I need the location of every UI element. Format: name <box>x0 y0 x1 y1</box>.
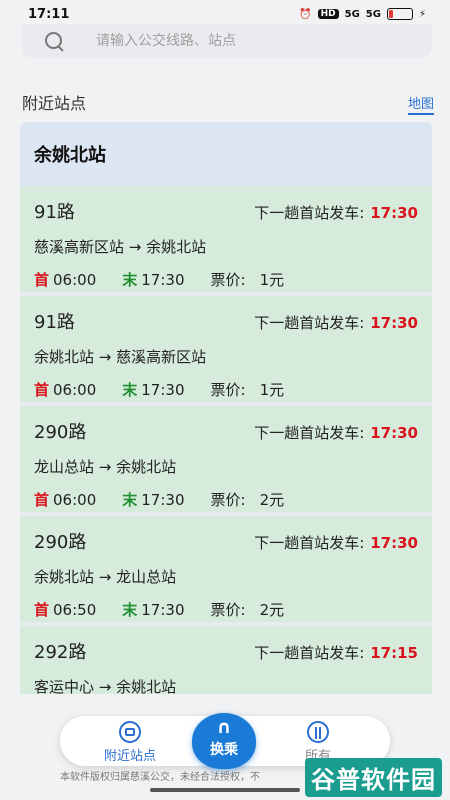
next-departure-label: 下一趟首站发车: <box>254 314 365 332</box>
last-bus-time: 17:30 <box>141 490 185 509</box>
last-bus-time: 17:30 <box>141 600 185 619</box>
map-link[interactable]: 地图 <box>407 93 434 115</box>
first-bus-time: 06:00 <box>53 380 97 399</box>
station-card: 余姚北站 91路 下一趟首站发车: 17:30 慈溪高新区站 → 余姚北站 首 0… <box>20 122 432 694</box>
next-departure-label: 下一趟首站发车: <box>254 424 365 442</box>
nav-nearby-label: 附近站点 <box>103 749 156 764</box>
alarm-icon: ⏰ <box>299 8 312 20</box>
fare-label: 票价: <box>210 381 246 399</box>
fare-label: 票价: <box>210 491 246 509</box>
last-bus-time: 17:30 <box>141 270 185 289</box>
route-icon <box>307 721 329 743</box>
next-departure-time: 17:30 <box>370 204 418 222</box>
fare-value: 1元 <box>259 381 285 399</box>
fare-value: 1元 <box>259 271 285 289</box>
transfer-button[interactable]: ∩ 换乘 <box>192 713 256 769</box>
fare-label: 票价: <box>210 271 246 289</box>
hd-badge: HD <box>317 9 339 19</box>
watermark-logo: 谷普软件园 <box>305 758 442 797</box>
route-name: 91路 <box>34 202 75 223</box>
next-departure-label: 下一趟首站发车: <box>254 644 365 662</box>
search-icon <box>44 31 64 51</box>
battery-fill <box>388 10 394 18</box>
first-bus-tag: 首 <box>34 271 50 289</box>
route-direction: 龙山总站 → 余姚北站 <box>34 458 177 476</box>
transfer-icon: ∩ <box>216 717 232 738</box>
first-bus-time: 06:00 <box>53 270 97 289</box>
fare-label: 票价: <box>210 601 246 619</box>
route-name: 292路 <box>34 642 87 663</box>
fare-value: 2元 <box>259 491 285 509</box>
last-bus-tag: 末 <box>122 491 138 509</box>
next-departure-time: 17:30 <box>370 314 418 332</box>
home-indicator[interactable] <box>150 788 300 792</box>
route-name: 290路 <box>34 532 87 553</box>
fare-value: 2元 <box>259 601 285 619</box>
first-bus-tag: 首 <box>34 381 50 399</box>
search-bar[interactable] <box>22 24 432 58</box>
nav-nearby-stations[interactable]: 附近站点 <box>90 716 170 766</box>
last-bus-tag: 末 <box>122 271 138 289</box>
bus-stop-icon <box>119 721 141 743</box>
last-bus-time: 17:30 <box>141 380 185 399</box>
first-bus-time: 06:50 <box>53 600 97 619</box>
first-bus-tag: 首 <box>34 491 50 509</box>
route-direction: 慈溪高新区站 → 余姚北站 <box>34 238 207 256</box>
route-direction: 余姚北站 → 龙山总站 <box>34 568 177 586</box>
route-item[interactable]: 91路 下一趟首站发车: 17:30 余姚北站 → 慈溪高新区站 首 06:00 … <box>20 296 432 402</box>
next-departure-label: 下一趟首站发车: <box>254 534 365 552</box>
signal-right: 5G <box>365 8 381 20</box>
route-item[interactable]: 290路 下一趟首站发车: 17:30 龙山总站 → 余姚北站 首 06:00 末… <box>20 406 432 512</box>
next-departure-time: 17:30 <box>370 424 418 442</box>
next-departure-label: 下一趟首站发车: <box>254 204 365 222</box>
route-item[interactable]: 290路 下一趟首站发车: 17:30 余姚北站 → 龙山总站 首 06:50 末… <box>20 516 432 622</box>
first-bus-tag: 首 <box>34 601 50 619</box>
route-item[interactable]: 292路 下一趟首站发车: 17:15 客运中心 → 余姚北站 <box>20 626 432 694</box>
search-input[interactable] <box>96 33 396 49</box>
next-departure-time: 17:30 <box>370 534 418 552</box>
status-icons: ⏰ HD 5G 5G ⚡ <box>299 8 426 20</box>
nearby-section-title: 附近站点 <box>22 94 87 113</box>
battery-icon <box>386 8 413 20</box>
route-name: 91路 <box>34 312 75 333</box>
route-item[interactable]: 91路 下一趟首站发车: 17:30 慈溪高新区站 → 余姚北站 首 06:00 … <box>20 186 432 292</box>
charging-icon: ⚡ <box>418 8 426 20</box>
route-direction: 余姚北站 → 慈溪高新区站 <box>34 348 207 366</box>
signal-left: 5G <box>344 8 360 20</box>
route-name: 290路 <box>34 422 87 443</box>
transfer-label: 换乘 <box>210 742 238 758</box>
first-bus-time: 06:00 <box>53 490 97 509</box>
next-departure-time: 17:15 <box>370 644 418 662</box>
station-name[interactable]: 余姚北站 <box>20 122 432 186</box>
status-time: 17:11 <box>28 6 70 22</box>
last-bus-tag: 末 <box>122 601 138 619</box>
last-bus-tag: 末 <box>122 381 138 399</box>
route-direction: 客运中心 → 余姚北站 <box>34 678 177 694</box>
